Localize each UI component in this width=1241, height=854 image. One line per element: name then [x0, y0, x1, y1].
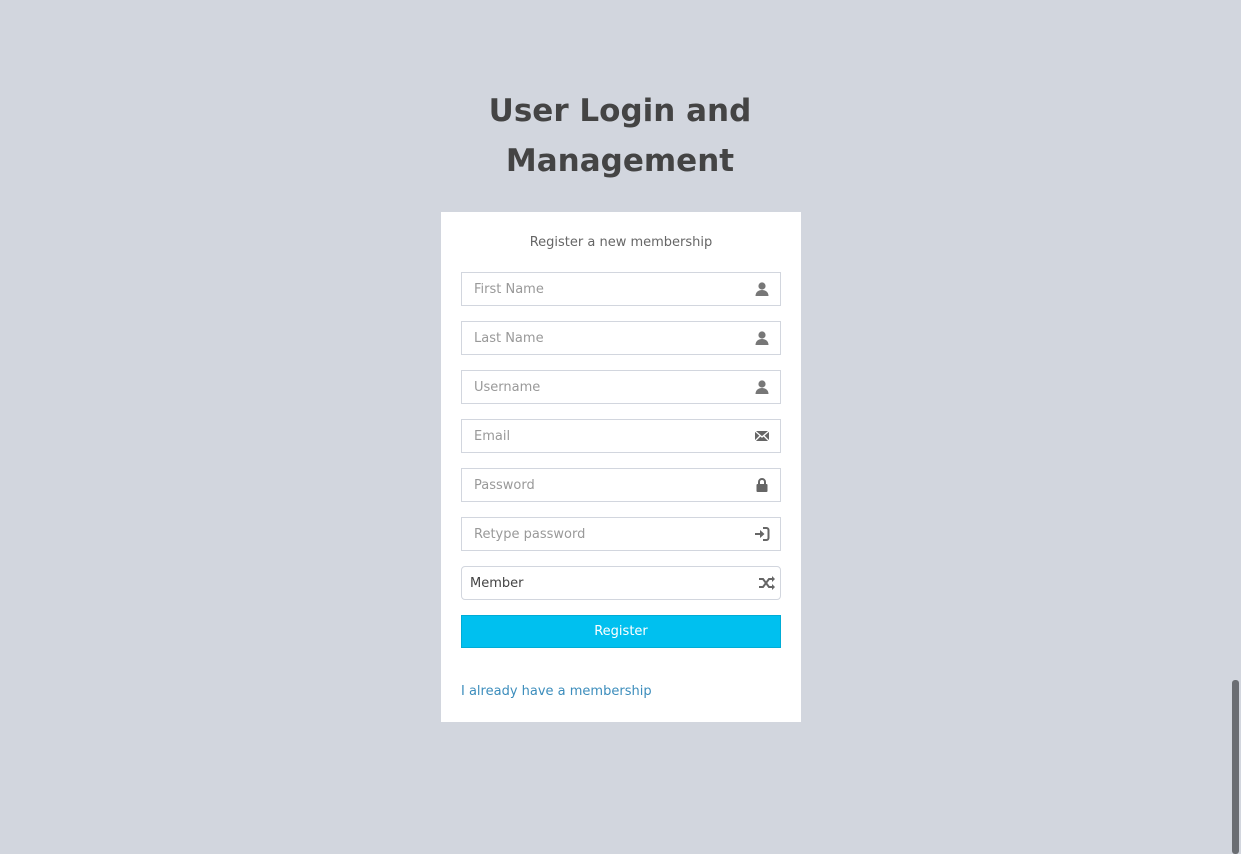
- register-box: Register a new membership Member Registe…: [441, 212, 801, 722]
- email-input[interactable]: [462, 420, 780, 452]
- register-message: Register a new membership: [529, 235, 713, 250]
- random-icon: [759, 576, 775, 590]
- scrollbar[interactable]: [1232, 680, 1239, 854]
- user-icon: [755, 331, 769, 345]
- first-name-field[interactable]: [461, 272, 781, 306]
- register-button[interactable]: Register: [461, 615, 781, 648]
- role-select-value[interactable]: Member: [462, 567, 780, 599]
- last-name-input[interactable]: [462, 322, 780, 354]
- email-field[interactable]: [461, 419, 781, 453]
- first-name-input[interactable]: [462, 273, 780, 305]
- role-select[interactable]: Member: [461, 566, 781, 600]
- username-field[interactable]: [461, 370, 781, 404]
- lock-icon: [756, 478, 768, 492]
- log-in-icon: [755, 527, 770, 541]
- retype-password-field[interactable]: [461, 517, 781, 551]
- envelope-icon: [754, 430, 770, 442]
- user-icon: [755, 380, 769, 394]
- retype-password-input[interactable]: [462, 518, 780, 550]
- last-name-field[interactable]: [461, 321, 781, 355]
- login-link[interactable]: I already have a membership: [461, 684, 652, 699]
- password-field[interactable]: [461, 468, 781, 502]
- password-input[interactable]: [462, 469, 780, 501]
- user-icon: [755, 282, 769, 296]
- page-title: User Login and Management: [488, 93, 752, 179]
- username-input[interactable]: [462, 371, 780, 403]
